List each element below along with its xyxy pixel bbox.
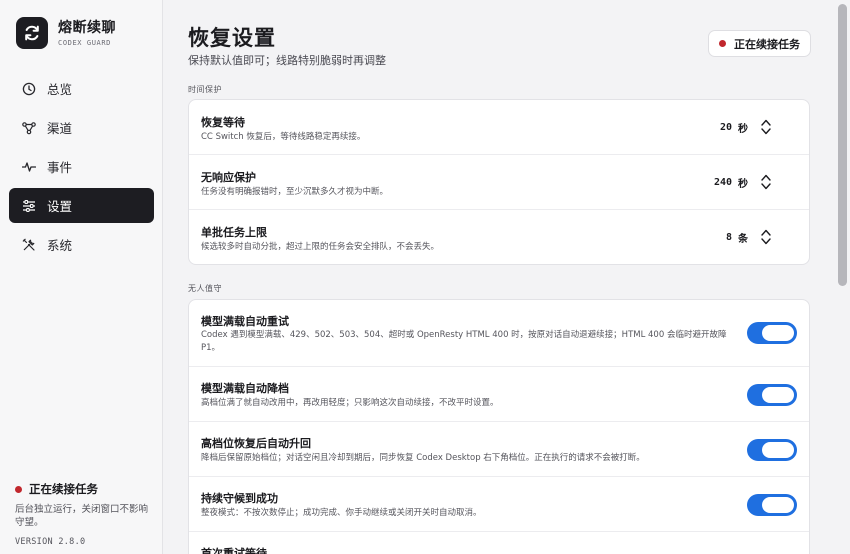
- overload-retry-toggle[interactable]: [747, 322, 797, 344]
- stepper-value: 240: [713, 176, 732, 188]
- stepper-value: 8: [725, 231, 732, 243]
- tools-icon: [21, 237, 36, 252]
- sidebar-status: 正在续接任务 后台独立运行，关闭窗口不影响守望。 VERSION 2.8.0: [15, 481, 155, 547]
- toggle-knob: [762, 442, 794, 458]
- toggle-knob: [762, 497, 794, 513]
- setting-title: 无响应保护: [201, 171, 256, 184]
- setting-description: 任务没有明确报错时，至少沉默多久才视为中断。: [201, 187, 389, 197]
- setting-title: 持续守候到成功: [201, 492, 278, 505]
- sidebar-item-label: 渠道: [47, 121, 73, 136]
- stepper-unit: 秒: [738, 123, 748, 135]
- sidebar-nav: 总览 渠道 事件 设置 系统: [9, 71, 154, 266]
- toggle-knob: [762, 325, 794, 341]
- status-dot-icon: [719, 40, 726, 47]
- setting-description: 候选较多时自动分批，超过上限的任务会安全排队，不会丢失。: [201, 242, 440, 252]
- network-icon: [21, 120, 36, 135]
- sidebar-status-description: 后台独立运行，关闭窗口不影响守望。: [15, 504, 149, 528]
- brand-name: 熔断续聊: [58, 19, 116, 36]
- setting-row-recovery-wait: 恢复等待 CC Switch 恢复后，等待线路稳定再续接。 20 秒: [189, 100, 809, 155]
- setting-title: 高档位恢复后自动升回: [201, 437, 311, 450]
- chevron-down-icon[interactable]: [760, 182, 772, 191]
- setting-row-persist-until-success: 持续守候到成功 整夜模式：不按次数停止；成功完成、你手动继续或关闭开关时自动取消…: [189, 477, 809, 532]
- setting-description: CC Switch 恢复后，等待线路稳定再续接。: [201, 132, 366, 142]
- pulse-icon: [21, 159, 36, 174]
- section-label-time-protection: 时间保护: [188, 85, 222, 94]
- batch-limit-stepper: 8 条: [726, 225, 773, 249]
- setting-title: 单批任务上限: [201, 226, 267, 239]
- chevron-down-icon[interactable]: [760, 127, 772, 136]
- chevron-up-icon[interactable]: [760, 118, 772, 127]
- setting-row-auto-upgrade: 高档位恢复后自动升回 降档后保留原始档位；对话空闲且冷却到期后，同步恢复 Cod…: [189, 422, 809, 477]
- overload-downgrade-toggle[interactable]: [747, 384, 797, 406]
- setting-row-overload-retry: 模型满载自动重试 Codex 遇到模型满载、429、502、503、504、超时…: [189, 300, 809, 367]
- version-label: VERSION 2.8.0: [15, 537, 86, 547]
- setting-description: 高档位满了就自动改用中，再改用轻度；只影响这次自动续接，不改平时设置。: [201, 398, 499, 408]
- setting-row-no-response: 无响应保护 任务没有明确报错时，至少沉默多久才视为中断。 240 秒: [189, 155, 809, 210]
- chevron-up-icon[interactable]: [760, 173, 772, 182]
- persist-until-success-toggle[interactable]: [747, 494, 797, 516]
- chevron-down-icon[interactable]: [760, 237, 772, 246]
- refresh-logo-icon: [16, 17, 48, 49]
- sidebar-item-settings[interactable]: 设置: [9, 188, 154, 223]
- setting-title: 模型满载自动降档: [201, 382, 289, 395]
- main-content: 恢复设置 保持默认值即可；线路特别脆弱时再调整 正在续接任务 时间保护 恢复等待…: [164, 0, 850, 554]
- page-title: 恢复设置: [188, 26, 276, 50]
- setting-description: 降档后保留原始档位；对话空闲且冷却到期后，同步恢复 Codex Desktop …: [201, 453, 645, 463]
- sidebar-item-label: 事件: [47, 160, 73, 175]
- sidebar-item-events[interactable]: 事件: [9, 149, 154, 184]
- stepper-arrows[interactable]: [758, 170, 773, 194]
- auto-upgrade-toggle[interactable]: [747, 439, 797, 461]
- time-protection-card: 恢复等待 CC Switch 恢复后，等待线路稳定再续接。 20 秒 无响应保护…: [188, 99, 810, 265]
- stepper-arrows[interactable]: [758, 225, 773, 249]
- no-response-stepper: 240 秒: [714, 170, 773, 194]
- sidebar-item-label: 总览: [47, 82, 73, 97]
- sidebar-item-label: 设置: [47, 199, 73, 214]
- sidebar-item-label: 系统: [47, 238, 73, 253]
- stepper-value: 20: [719, 121, 732, 133]
- recovery-wait-stepper: 20 秒: [720, 115, 773, 139]
- page-subtitle: 保持默认值即可；线路特别脆弱时再调整: [188, 54, 386, 67]
- task-status-button[interactable]: 正在续接任务: [708, 30, 811, 57]
- stepper-arrows[interactable]: [758, 115, 773, 139]
- toggle-knob: [762, 387, 794, 403]
- scrollbar-thumb[interactable]: [838, 4, 847, 286]
- sidebar-item-channels[interactable]: 渠道: [9, 110, 154, 145]
- brand: 熔断续聊 CODEX GUARD: [16, 17, 116, 49]
- setting-description: Codex 遇到模型满载、429、502、503、504、超时或 OpenRes…: [201, 330, 727, 353]
- setting-title: 模型满载自动重试: [201, 315, 289, 328]
- unattended-card: 模型满载自动重试 Codex 遇到模型满载、429、502、503、504、超时…: [188, 299, 810, 554]
- setting-title: 首次重试等待: [201, 547, 267, 554]
- setting-row-first-retry-wait: 首次重试等待: [189, 532, 809, 554]
- setting-title: 恢复等待: [201, 116, 245, 129]
- task-status-label: 正在续接任务: [734, 37, 800, 51]
- sidebar-item-overview[interactable]: 总览: [9, 71, 154, 106]
- setting-row-overload-downgrade: 模型满载自动降档 高档位满了就自动改用中，再改用轻度；只影响这次自动续接，不改平…: [189, 367, 809, 422]
- sliders-icon: [21, 198, 36, 213]
- brand-subtitle: CODEX GUARD: [58, 38, 111, 47]
- chevron-up-icon[interactable]: [760, 228, 772, 237]
- sidebar-item-system[interactable]: 系统: [9, 227, 154, 262]
- section-label-unattended: 无人值守: [188, 284, 222, 293]
- sidebar: 熔断续聊 CODEX GUARD 总览 渠道 事件 设置 系统 正在续接任务 后…: [0, 0, 163, 554]
- stepper-unit: 秒: [738, 178, 748, 190]
- clock-icon: [21, 81, 36, 96]
- setting-description: 整夜模式：不按次数停止；成功完成、你手动继续或关闭开关时自动取消。: [201, 508, 482, 518]
- sidebar-status-label: 正在续接任务: [29, 482, 98, 496]
- status-dot-icon: [15, 485, 22, 493]
- stepper-unit: 条: [738, 233, 748, 245]
- setting-row-batch-limit: 单批任务上限 候选较多时自动分批，超过上限的任务会安全排队，不会丢失。 8 条: [189, 210, 809, 264]
